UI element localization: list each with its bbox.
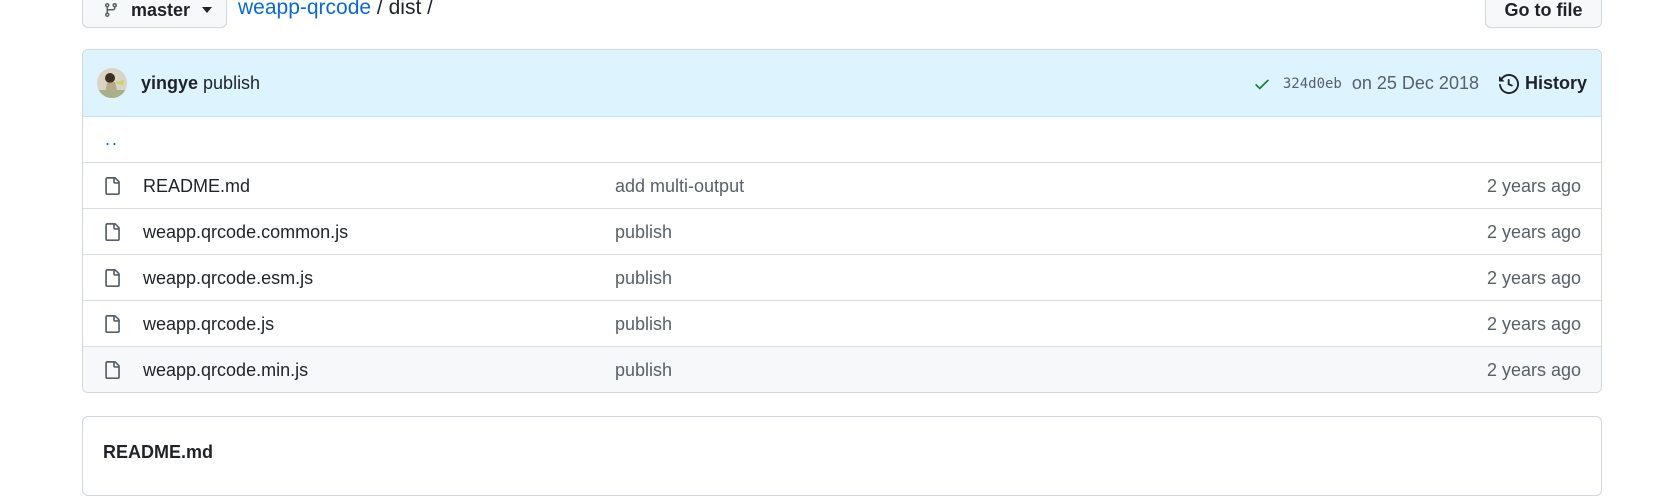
file-age: 2 years ago (1486, 176, 1581, 196)
table-row: weapp.qrcode.js publish 2 years ago (83, 301, 1601, 347)
file-icon (105, 269, 120, 287)
git-branch-icon (104, 3, 117, 18)
breadcrumb-separator: / (371, 0, 389, 19)
readme-title-link[interactable]: README.md (103, 442, 213, 463)
file-age: 2 years ago (1486, 360, 1581, 380)
go-to-file-button[interactable]: Go to file (1485, 0, 1602, 28)
file-icon (105, 361, 120, 379)
file-commit-message-link[interactable]: publish (615, 360, 672, 381)
commit-date: on 25 Dec 2018 (1351, 73, 1479, 93)
commit-meta: 324d0eb on 25 Dec 2018 History (1253, 50, 1587, 117)
file-name-link[interactable]: weapp.qrcode.common.js (143, 222, 348, 243)
avatar[interactable] (97, 68, 127, 98)
history-icon (1498, 73, 1519, 94)
branch-select-button[interactable]: master (82, 0, 227, 28)
branch-name: master (131, 0, 191, 20)
caret-down-icon (202, 7, 213, 13)
file-icon (105, 315, 120, 333)
readme-panel: README.md (82, 416, 1602, 496)
file-icon (105, 177, 120, 195)
table-row: README.md add multi-output 2 years ago (83, 163, 1601, 209)
file-age: 2 years ago (1486, 222, 1581, 242)
table-row: weapp.qrcode.min.js publish 2 years ago (83, 347, 1601, 392)
file-name-link[interactable]: README.md (143, 176, 250, 197)
commit-message-link[interactable]: publish (203, 73, 260, 94)
breadcrumb-repo-link[interactable]: weapp-qrcode (238, 0, 371, 19)
file-age: 2 years ago (1486, 268, 1581, 288)
file-commit-message-link[interactable]: publish (615, 314, 672, 335)
file-name-link[interactable]: weapp.qrcode.js (143, 314, 274, 335)
latest-commit-bar: yingye publish 324d0eb on 25 Dec 2018 Hi… (83, 50, 1601, 117)
file-commit-message-link[interactable]: publish (615, 268, 672, 289)
table-row: weapp.qrcode.esm.js publish 2 years ago (83, 255, 1601, 301)
file-name-link[interactable]: weapp.qrcode.min.js (143, 360, 308, 381)
breadcrumb: weapp-qrcode / dist / (238, 0, 433, 20)
avatar-image (97, 68, 127, 98)
file-age: 2 years ago (1486, 314, 1581, 334)
history-link[interactable]: History (1498, 73, 1587, 94)
file-name-link[interactable]: weapp.qrcode.esm.js (143, 268, 313, 289)
repo-navigation: master weapp-qrcode / dist / Go to file (82, 0, 1602, 30)
table-row: weapp.qrcode.common.js publish 2 years a… (83, 209, 1601, 255)
commit-sha-link[interactable]: 324d0eb (1283, 76, 1342, 92)
file-commit-message-link[interactable]: publish (615, 222, 672, 243)
file-commit-message-link[interactable]: add multi-output (615, 176, 744, 197)
parent-directory-link[interactable]: .. (105, 129, 119, 150)
parent-directory-row[interactable]: .. (83, 117, 1601, 163)
breadcrumb-current-dir: dist (388, 0, 422, 19)
check-icon[interactable] (1253, 75, 1271, 93)
file-list: yingye publish 324d0eb on 25 Dec 2018 Hi… (82, 49, 1602, 393)
commit-author-link[interactable]: yingye (141, 73, 198, 94)
file-icon (105, 223, 120, 241)
breadcrumb-separator: / (421, 0, 433, 19)
history-label: History (1524, 73, 1587, 93)
